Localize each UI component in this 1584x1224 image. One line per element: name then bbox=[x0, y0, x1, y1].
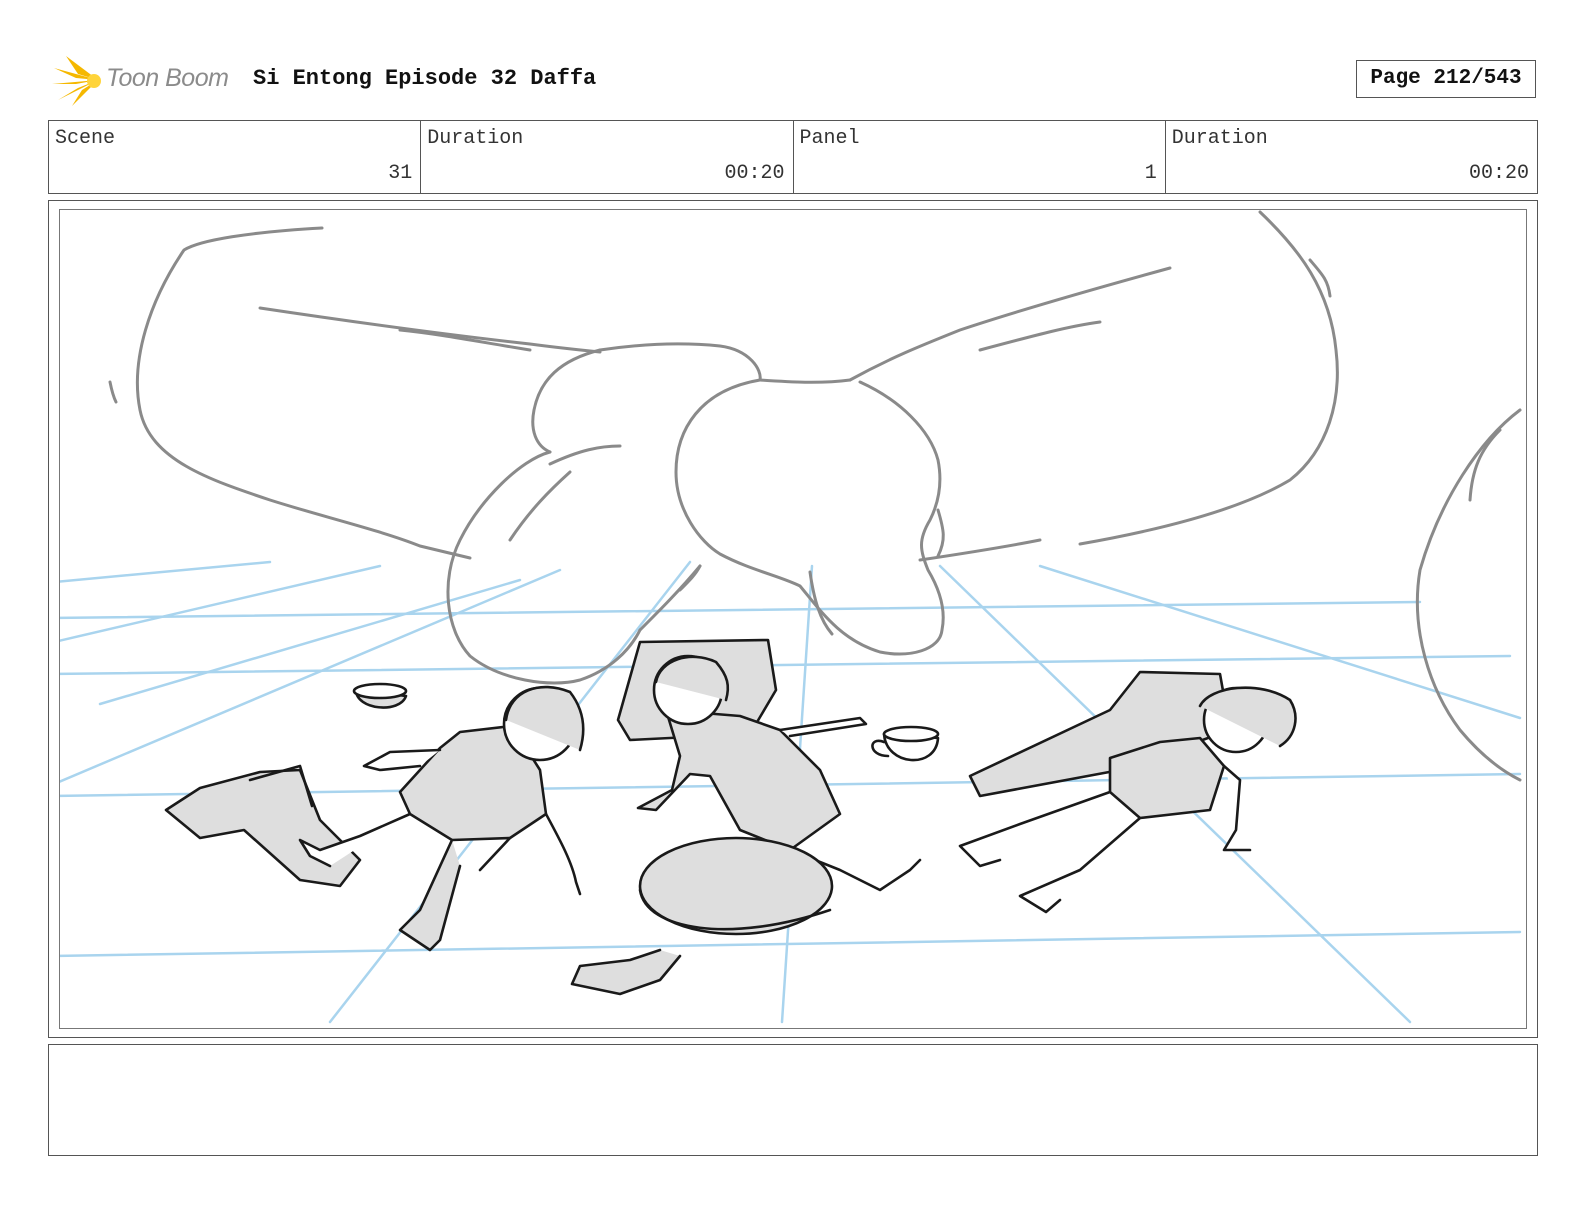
toon-boom-logo: Toon Boom bbox=[50, 54, 240, 108]
scene-value: 31 bbox=[388, 162, 413, 185]
giant-hand-sketch bbox=[108, 210, 1522, 782]
page-counter: Page 212/543 bbox=[1356, 60, 1536, 98]
scene-duration-label: Duration bbox=[427, 127, 524, 150]
panel-duration-cell: Duration 00:20 bbox=[1164, 121, 1537, 193]
sleeping-children bbox=[164, 638, 1297, 996]
scene-info-table: Scene 31 Duration 00:20 Panel 1 Duration… bbox=[48, 120, 1538, 194]
logo-text: Toon Boom bbox=[106, 64, 229, 92]
scene-label: Scene bbox=[55, 127, 116, 150]
panel-frame bbox=[48, 200, 1538, 1038]
scene-cell: Scene 31 bbox=[49, 121, 420, 193]
storyboard-sketch bbox=[60, 210, 1522, 1024]
panel-drawing-area bbox=[59, 209, 1527, 1029]
scene-duration-cell: Duration 00:20 bbox=[420, 121, 792, 193]
storyboard-header: Toon Boom Si Entong Episode 32 Daffa Pag… bbox=[48, 52, 1538, 108]
panel-duration-value: 00:20 bbox=[1468, 162, 1529, 185]
panel-cell: Panel 1 bbox=[792, 121, 1165, 193]
scene-duration-value: 00:20 bbox=[724, 162, 785, 185]
starburst-icon bbox=[52, 56, 101, 106]
panel-notes-box bbox=[48, 1044, 1538, 1156]
project-title: Si Entong Episode 32 Daffa bbox=[253, 66, 597, 91]
panel-label: Panel bbox=[799, 127, 860, 150]
panel-value: 1 bbox=[1144, 162, 1157, 185]
panel-duration-label: Duration bbox=[1171, 127, 1268, 150]
